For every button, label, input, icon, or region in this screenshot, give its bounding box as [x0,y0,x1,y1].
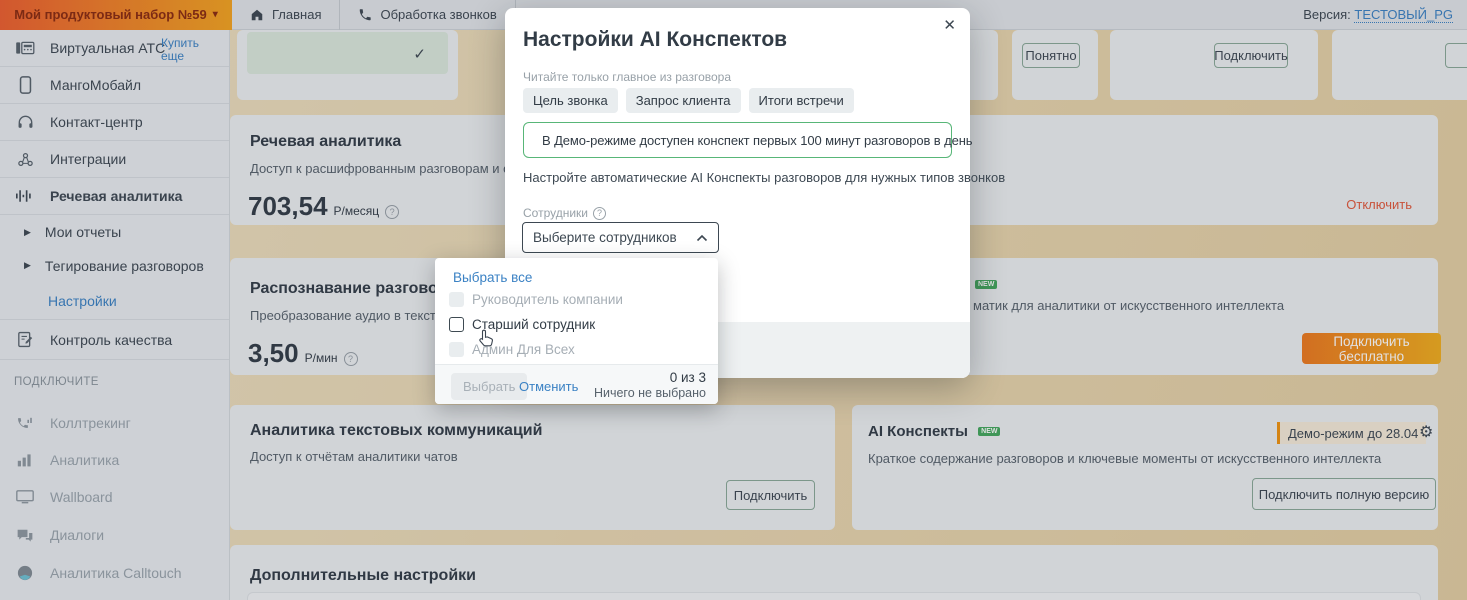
apply-button[interactable]: Выбрать [451,373,527,400]
select-all-link[interactable]: Выбрать все [453,270,532,285]
selection-status: Ничего не выбрано [594,386,706,400]
question-icon[interactable]: ? [593,207,606,220]
modal-title: Настройки AI Конспектов [523,28,787,52]
checkbox-unchecked[interactable] [449,317,464,332]
dropdown-option-admin-for-all: Админ Для Всех [449,342,575,357]
employees-select[interactable]: Выберите сотрудников [522,222,719,253]
modal-paragraph: Настройте автоматические AI Конспекты ра… [523,170,1005,185]
chip-call-goal: Цель звонка [523,88,618,113]
modal-subtitle: Читайте только главное из разговора [523,70,731,84]
select-placeholder: Выберите сотрудников [533,230,677,245]
demo-info-text: В Демо-режиме доступен конспект первых 1… [542,133,972,148]
checkbox-disabled [449,342,464,357]
dropdown-footer: Выбрать Отменить 0 из 3 Ничего не выбран… [435,364,718,404]
app-root: Мой продуктовый набор №59 ▾ Главная Обра… [0,0,1467,600]
employees-label: Сотрудники ? [523,206,606,220]
close-icon[interactable]: ✕ [943,16,956,34]
demo-info-box: В Демо-режиме доступен конспект первых 1… [523,122,952,158]
option-label: Руководитель компании [472,292,623,307]
chip-meeting-results: Итоги встречи [749,88,854,113]
cursor-pointer-icon [478,328,495,347]
dropdown-option-company-head: Руководитель компании [449,292,623,307]
topic-chips: Цель звонка Запрос клиента Итоги встречи [523,88,854,113]
chevron-up-icon [696,234,708,242]
employees-label-text: Сотрудники [523,206,588,220]
checkbox-disabled [449,292,464,307]
dropdown-option-senior-employee[interactable]: Старший сотрудник [449,317,595,332]
cancel-link[interactable]: Отменить [519,379,578,394]
chip-client-request: Запрос клиента [626,88,741,113]
selection-count: 0 из 3 [670,370,706,385]
